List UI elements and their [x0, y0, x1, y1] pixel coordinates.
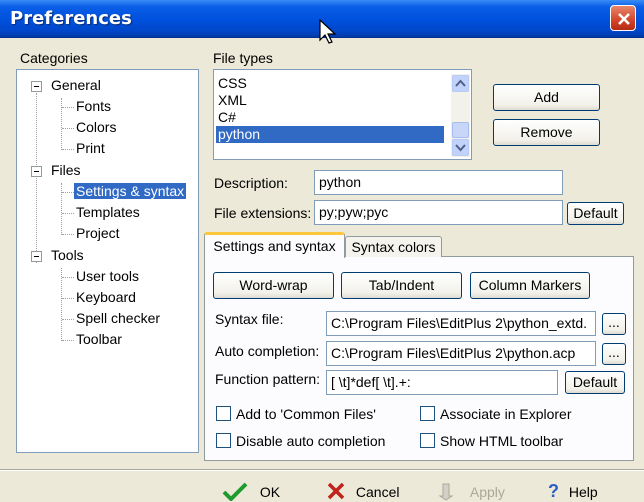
extensions-default-button[interactable]: Default [567, 202, 624, 225]
list-item-selected[interactable]: python [216, 126, 444, 143]
syntax-browse-label: ... [608, 314, 620, 330]
show-html-toolbar-label: Show HTML toolbar [440, 433, 564, 449]
close-button[interactable] [610, 5, 636, 31]
expander-files-icon[interactable] [31, 166, 42, 177]
categories-label: Categories [20, 50, 88, 66]
tab-syntax-colors[interactable]: Syntax colors [345, 236, 442, 257]
chevron-down-icon [455, 144, 466, 152]
file-types-label: File types [213, 50, 273, 66]
expander-tools-icon[interactable] [31, 251, 42, 262]
syntax-file-input[interactable]: C:\Program Files\EditPlus 2\python_extd. [326, 311, 596, 336]
cancel-x-icon [327, 482, 345, 500]
expander-general-icon[interactable] [31, 81, 42, 92]
column-markers-button[interactable]: Column Markers [470, 272, 590, 299]
file-types-list[interactable]: CSS XML C# python [213, 69, 472, 160]
scroll-thumb[interactable] [452, 122, 469, 138]
chevron-up-icon [455, 79, 466, 87]
categories-tree[interactable]: General Fonts Colors Print Files Setting… [16, 69, 199, 453]
function-pattern-default-button[interactable]: Default [565, 371, 625, 394]
extensions-default-label: Default [573, 205, 618, 221]
column-markers-label: Column Markers [478, 277, 582, 293]
function-pattern-label: Function pattern: [215, 371, 321, 387]
help-question-icon: ? [548, 481, 559, 501]
auto-completion-browse-button[interactable]: ... [602, 343, 626, 365]
apply-arrow-icon [438, 483, 454, 501]
auto-completion-input[interactable]: C:\Program Files\EditPlus 2\python.acp [326, 341, 596, 366]
cancel-button[interactable]: Cancel [326, 481, 399, 501]
remove-button-label: Remove [520, 124, 573, 140]
help-button[interactable]: ? Help [548, 481, 598, 502]
tree-item-fonts[interactable]: Fonts [76, 98, 111, 114]
tree-item-files[interactable]: Files [51, 162, 81, 178]
disable-auto-completion-checkbox[interactable] [216, 433, 231, 448]
scroll-up-button[interactable] [452, 75, 469, 92]
tree-item-colors[interactable]: Colors [76, 119, 116, 135]
help-label: Help [568, 484, 598, 500]
tree-item-toolbar[interactable]: Toolbar [76, 331, 122, 347]
window-title: Preferences [10, 8, 132, 29]
tree-item-project[interactable]: Project [76, 225, 120, 241]
description-input[interactable]: python [314, 170, 563, 195]
file-extensions-input[interactable]: py;pyw;pyc [314, 200, 563, 225]
list-item[interactable]: CSS [216, 75, 444, 92]
tab-indent-button[interactable]: Tab/Indent [341, 272, 462, 299]
tree-item-templates[interactable]: Templates [76, 204, 140, 220]
cancel-label: Cancel [355, 484, 400, 500]
apply-label: Apply [469, 484, 505, 500]
remove-button[interactable]: Remove [493, 119, 600, 146]
footer-separator [0, 469, 644, 471]
tab-settings-and-syntax[interactable]: Settings and syntax [204, 232, 345, 258]
tree-item-settings-syntax[interactable]: Settings & syntax [74, 183, 187, 199]
syntax-file-label: Syntax file: [215, 311, 284, 327]
add-common-files-checkbox[interactable] [216, 406, 231, 421]
add-common-files-label: Add to 'Common Files' [236, 406, 376, 422]
list-item[interactable]: XML [216, 92, 444, 109]
associate-explorer-checkbox[interactable] [420, 406, 435, 421]
tree-item-print[interactable]: Print [76, 140, 105, 156]
file-types-scrollbar[interactable] [451, 74, 470, 157]
close-icon [618, 13, 630, 25]
add-button[interactable]: Add [493, 84, 600, 111]
word-wrap-label: Word-wrap [239, 277, 308, 293]
show-html-toolbar-checkbox[interactable] [420, 433, 435, 448]
tree-item-spell-checker[interactable]: Spell checker [76, 310, 160, 326]
function-default-label: Default [572, 374, 618, 390]
mouse-cursor-icon [319, 19, 337, 44]
add-button-label: Add [534, 89, 559, 105]
word-wrap-button[interactable]: Word-wrap [213, 272, 334, 299]
scroll-down-button[interactable] [452, 139, 469, 156]
auto-completion-browse-label: ... [608, 344, 620, 360]
tree-item-user-tools[interactable]: User tools [76, 268, 139, 284]
auto-completion-label: Auto completion: [215, 343, 320, 359]
file-extensions-label: File extensions: [214, 205, 312, 221]
description-label: Description: [214, 175, 288, 191]
tree-item-tools[interactable]: Tools [51, 247, 84, 263]
tree-item-general[interactable]: General [51, 77, 101, 93]
disable-auto-completion-label: Disable auto completion [236, 433, 386, 449]
ok-button[interactable]: OK [222, 481, 281, 502]
tab-indent-label: Tab/Indent [368, 277, 435, 293]
list-item[interactable]: C# [216, 109, 444, 126]
checkmark-icon [222, 482, 248, 502]
ok-label: OK [259, 484, 281, 500]
apply-button[interactable]: Apply [438, 481, 505, 501]
function-pattern-input[interactable]: [ \t]*def[ \t].+: [326, 370, 558, 395]
syntax-file-browse-button[interactable]: ... [602, 313, 626, 335]
associate-explorer-label: Associate in Explorer [440, 406, 572, 422]
tree-item-keyboard[interactable]: Keyboard [76, 289, 136, 305]
